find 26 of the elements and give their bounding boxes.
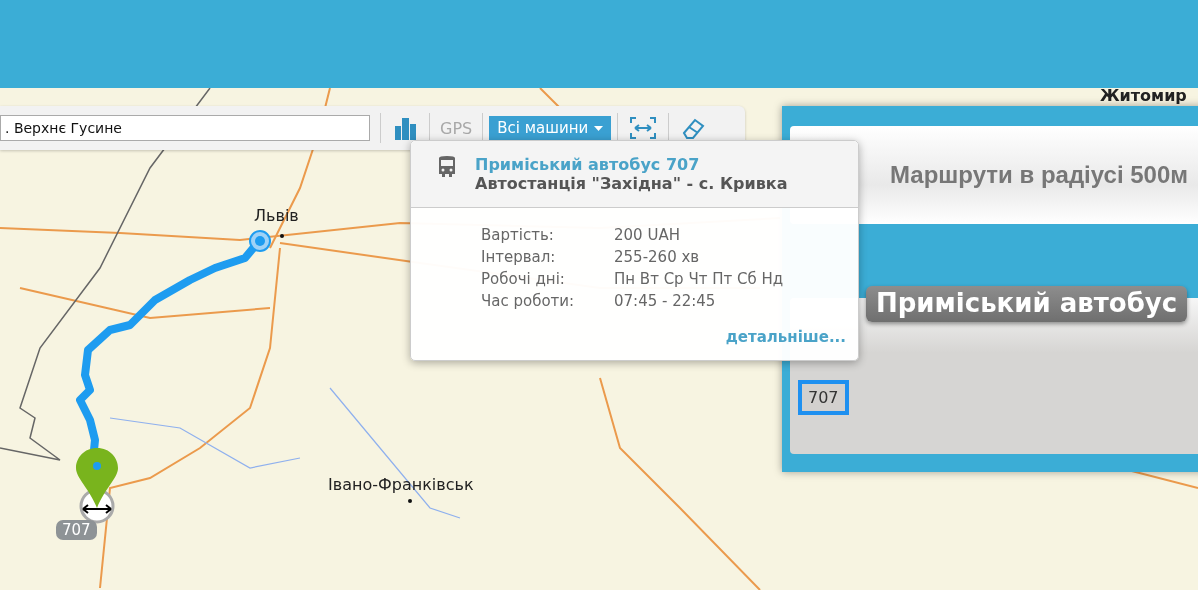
info-label: Вартість: — [481, 226, 555, 244]
city-dot — [280, 234, 284, 238]
eraser-icon — [681, 117, 706, 139]
map-pin-icon[interactable] — [74, 448, 120, 524]
route-subtitle: Автостанція "Західна" - с. Кривка — [475, 174, 788, 193]
city-label: Івано-Франківськ — [328, 475, 474, 494]
route-title-link[interactable]: Приміський автобус 707 — [475, 155, 788, 174]
info-value: 255-260 хв — [614, 248, 701, 266]
start-point-icon[interactable] — [248, 229, 272, 253]
info-label: Час роботи: — [481, 292, 576, 310]
panel-title: Маршрути в радіусі 500м — [890, 161, 1189, 189]
route-chip[interactable]: 707 — [798, 380, 849, 415]
info-value: 07:45 - 22:45 — [614, 292, 717, 310]
city-label: Житомир — [1100, 88, 1187, 105]
city-dot — [408, 499, 412, 503]
search-field[interactable]: . Верхнє Гусине — [0, 115, 370, 141]
caret-icon — [594, 125, 604, 131]
route-badge: 707 — [56, 520, 97, 540]
info-label: Інтервал: — [481, 248, 557, 266]
info-value: 200 UAH — [614, 226, 681, 244]
expand-arrows-icon — [630, 117, 657, 139]
group-label: Приміський автобус — [866, 286, 1188, 322]
info-label: Робочі дні: — [481, 270, 566, 288]
vehicles-dropdown[interactable]: Всі машини — [489, 116, 612, 140]
details-link[interactable]: детальніше... — [725, 328, 846, 346]
info-value: Пн Вт Ср Чт Пт Сб Нд — [614, 270, 785, 288]
